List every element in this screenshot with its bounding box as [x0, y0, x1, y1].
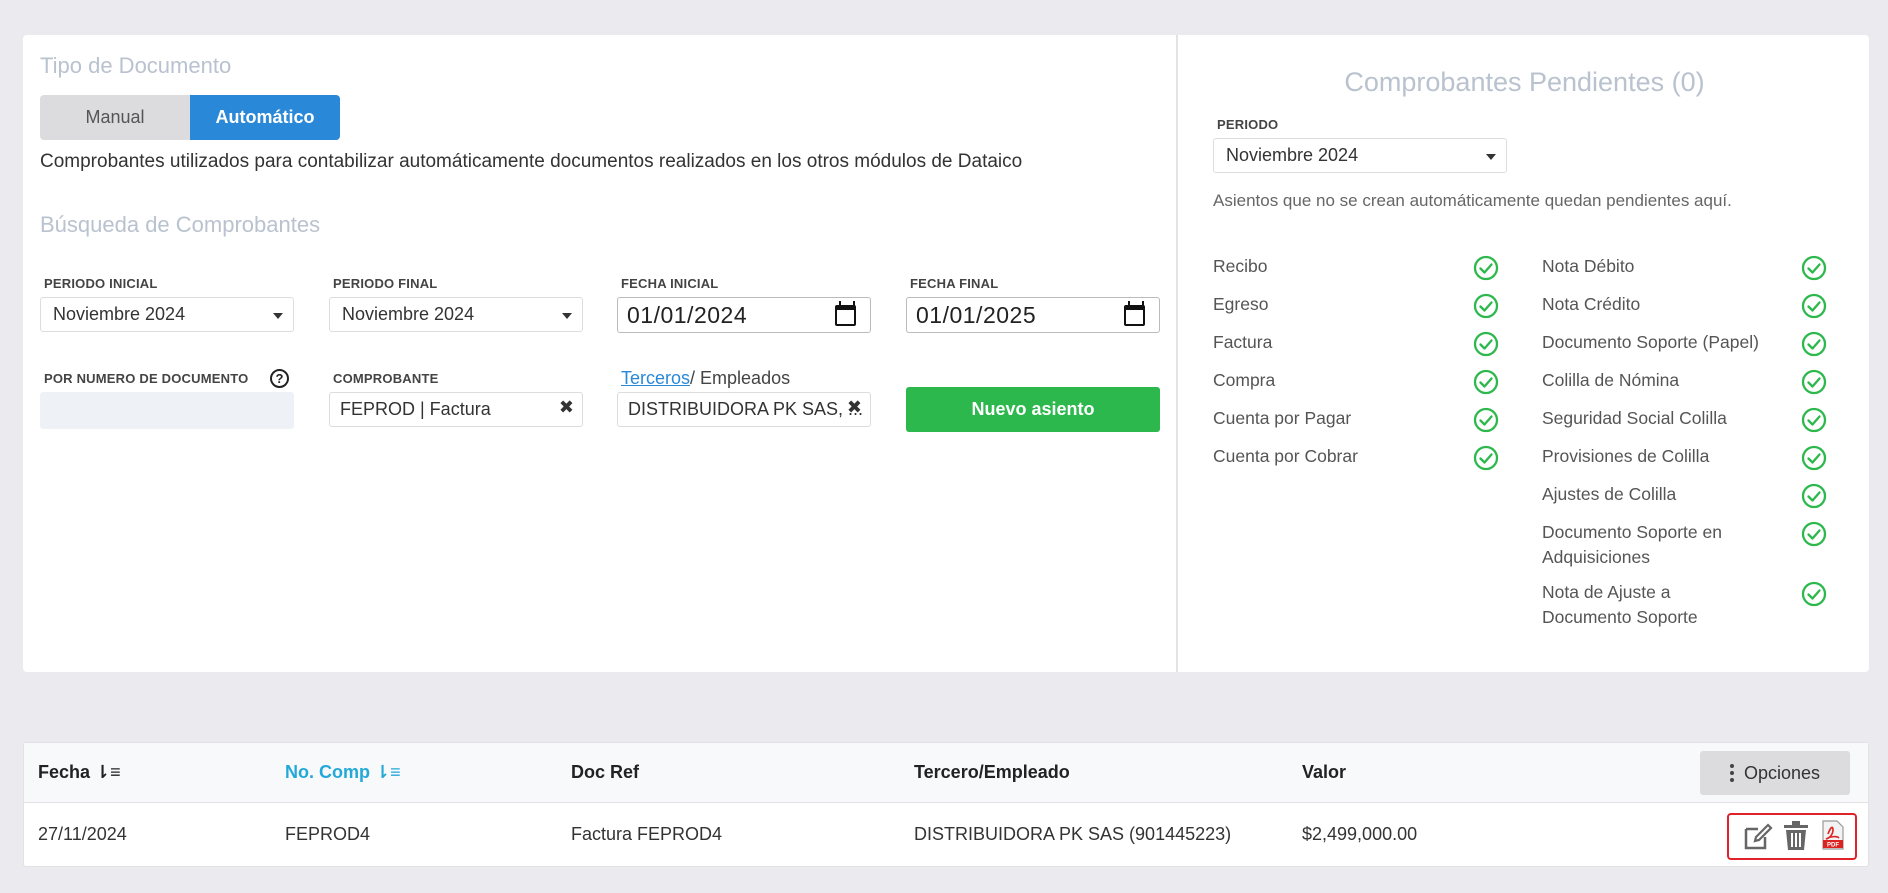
pending-item: Nota de Ajuste a Documento Soporte: [1542, 582, 1698, 627]
calendar-icon[interactable]: [835, 301, 856, 326]
periodo-final-select[interactable]: Noviembre 2024: [329, 297, 583, 332]
row-actions: PDF: [1727, 813, 1857, 860]
fecha-final-label: FECHA FINAL: [910, 276, 999, 291]
pending-item: Provisiones de Colilla: [1542, 446, 1710, 466]
trash-icon[interactable]: [1783, 821, 1809, 851]
sort-icon[interactable]: ⇂≡: [375, 762, 401, 782]
check-circle-icon: [1801, 331, 1827, 357]
periodo-final-value: Noviembre 2024: [342, 304, 475, 324]
chevron-down-icon: [1486, 154, 1496, 160]
pendientes-description: Asientos que no se crean automáticamente…: [1213, 191, 1732, 210]
tipo-description: Comprobantes utilizados para contabiliza…: [40, 151, 1023, 172]
fecha-inicial-input[interactable]: 01/01/2024: [617, 297, 871, 333]
tipo-documento-toggle: Manual Automático: [40, 95, 340, 140]
check-circle-icon: [1473, 369, 1499, 395]
pending-item: Cuenta por Pagar: [1213, 408, 1352, 428]
pending-item: Recibo: [1213, 256, 1268, 276]
pdf-icon[interactable]: PDF: [1821, 820, 1845, 850]
check-circle-icon: [1801, 445, 1827, 471]
pending-item: Cuenta por Cobrar: [1213, 446, 1358, 466]
calendar-icon[interactable]: [1124, 301, 1145, 326]
cell-tercero: DISTRIBUIDORA PK SAS (901445223): [914, 824, 1232, 844]
pending-item: Documento Soporte (Papel): [1542, 332, 1759, 352]
clear-icon[interactable]: ✖: [847, 397, 862, 418]
pending-item: Factura: [1213, 332, 1273, 352]
periodo-inicial-value: Noviembre 2024: [53, 304, 186, 324]
check-circle-icon: [1473, 407, 1499, 433]
check-circle-icon: [1473, 331, 1499, 357]
numero-documento-input[interactable]: [40, 392, 294, 429]
header-fecha[interactable]: Fecha ⇂≡: [38, 762, 121, 783]
check-circle-icon: [1801, 293, 1827, 319]
periodo-inicial-select[interactable]: Noviembre 2024: [40, 297, 294, 332]
chevron-down-icon: [273, 313, 283, 319]
help-icon[interactable]: ?: [270, 369, 289, 388]
periodo-select[interactable]: Noviembre 2024: [1213, 138, 1507, 173]
terceros-empleados-label: Terceros/ Empleados: [621, 368, 790, 389]
header-no-comp[interactable]: No. Comp ⇂≡: [285, 762, 401, 783]
check-circle-icon: [1473, 255, 1499, 281]
pending-item: Egreso: [1213, 294, 1269, 314]
clear-icon[interactable]: ✖: [559, 397, 574, 418]
sort-icon[interactable]: ⇂≡: [95, 762, 121, 782]
check-circle-icon: [1801, 483, 1827, 509]
busqueda-title: Búsqueda de Comprobantes: [40, 212, 321, 237]
kebab-menu-icon: [1729, 764, 1734, 782]
cell-fecha: 27/11/2024: [38, 824, 127, 844]
pending-item: Ajustes de Colilla: [1542, 484, 1677, 504]
numero-documento-label: POR NUMERO DE DOCUMENTO: [44, 371, 249, 386]
comprobante-label: COMPROBANTE: [333, 371, 439, 386]
pending-item: Nota Débito: [1542, 256, 1635, 276]
periodo-label: PERIODO: [1217, 117, 1279, 132]
comprobante-select[interactable]: FEPROD | Factura ✖: [329, 392, 583, 427]
pending-item: Seguridad Social Colilla: [1542, 408, 1727, 428]
periodo-value: Noviembre 2024: [1226, 145, 1359, 165]
header-tercero: Tercero/Empleado: [914, 762, 1070, 782]
table-header: Fecha ⇂≡ No. Comp ⇂≡ Doc Ref Tercero/Emp…: [24, 743, 1868, 803]
check-circle-icon: [1801, 369, 1827, 395]
check-circle-icon: [1473, 445, 1499, 471]
empleados-label: / Empleados: [690, 368, 791, 388]
check-circle-icon: [1801, 521, 1827, 547]
fecha-inicial-label: FECHA INICIAL: [621, 276, 719, 291]
manual-button[interactable]: Manual: [40, 95, 190, 140]
fecha-final-value: 01/01/2025: [916, 302, 1037, 328]
fecha-final-input[interactable]: 01/01/2025: [906, 297, 1160, 333]
pending-item: Documento Soporte en Adquisiciones: [1542, 522, 1722, 567]
fecha-inicial-value: 01/01/2024: [627, 302, 748, 328]
periodo-inicial-label: PERIODO INICIAL: [44, 276, 158, 291]
periodo-final-label: PERIODO FINAL: [333, 276, 438, 291]
pending-item: Compra: [1213, 370, 1276, 390]
check-circle-icon: [1473, 293, 1499, 319]
automatico-button[interactable]: Automático: [190, 95, 340, 140]
comprobante-value: FEPROD | Factura: [340, 399, 491, 419]
edit-icon[interactable]: [1743, 823, 1773, 851]
chevron-down-icon: [562, 313, 572, 319]
pending-item: Nota Crédito: [1542, 294, 1641, 314]
tercero-value: DISTRIBUIDORA PK SAS, ...: [628, 399, 864, 419]
terceros-link[interactable]: Terceros: [621, 368, 690, 388]
pdf-icon-label: PDF: [1827, 843, 1839, 849]
nuevo-asiento-button[interactable]: Nuevo asiento: [906, 387, 1160, 432]
header-doc-ref: Doc Ref: [571, 762, 640, 782]
tercero-select[interactable]: DISTRIBUIDORA PK SAS, ... ✖: [617, 392, 871, 427]
results-table: Fecha ⇂≡ No. Comp ⇂≡ Doc Ref Tercero/Emp…: [23, 742, 1869, 867]
check-circle-icon: [1801, 255, 1827, 281]
tipo-documento-title: Tipo de Documento: [40, 53, 232, 78]
opciones-button[interactable]: Opciones: [1700, 751, 1850, 795]
pendientes-panel: Comprobantes Pendientes (0) PERIODO Novi…: [1176, 35, 1869, 672]
search-panel: Tipo de Documento Manual Automático Comp…: [23, 35, 1176, 672]
cell-no-comp: FEPROD4: [285, 824, 371, 844]
pending-item: Colilla de Nómina: [1542, 370, 1680, 390]
cell-valor: $2,499,000.00: [1302, 824, 1418, 844]
pendientes-title: Comprobantes Pendientes (0): [1344, 67, 1705, 97]
cell-doc-ref: Factura FEPROD4: [571, 824, 723, 844]
header-valor: Valor: [1302, 762, 1347, 782]
check-circle-icon: [1801, 581, 1827, 607]
check-circle-icon: [1801, 407, 1827, 433]
